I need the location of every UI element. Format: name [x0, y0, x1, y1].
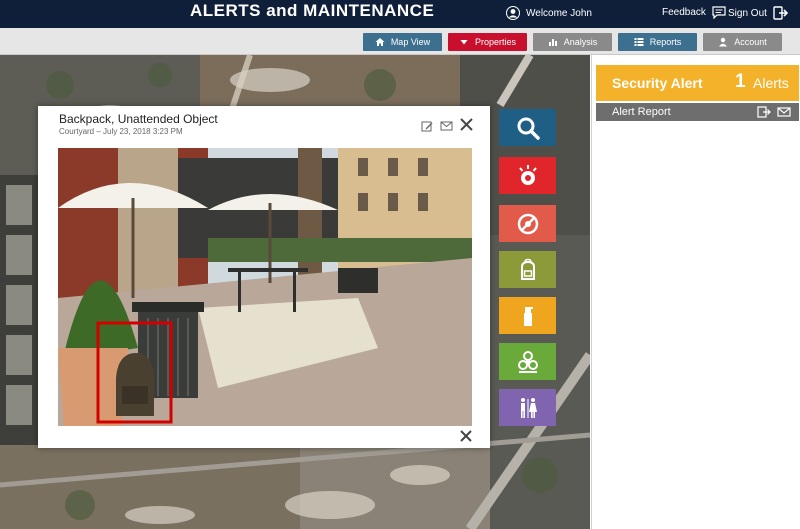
export-icon[interactable] [757, 106, 771, 118]
user-icon [719, 37, 728, 47]
category-restroom[interactable] [499, 389, 556, 426]
spray-bottle-icon [523, 306, 533, 326]
category-alarm[interactable] [499, 157, 556, 194]
alert-count: 1 [735, 71, 746, 92]
backpack-icon [520, 258, 535, 280]
signout-label: Sign Out [728, 7, 767, 19]
signout-link[interactable]: Sign Out [728, 6, 789, 20]
user-avatar-icon [506, 6, 520, 20]
nav-properties[interactable]: Properties [448, 33, 527, 51]
chat-icon [712, 6, 726, 19]
nav-label: Analysis [563, 37, 598, 47]
nav-label: Account [734, 37, 767, 47]
close-bottom-icon[interactable] [459, 429, 473, 443]
nav-account[interactable]: Account [703, 33, 782, 51]
courtyard-photo [58, 148, 472, 426]
app-title: ALERTS and MAINTENANCE [190, 1, 435, 20]
signout-icon [773, 6, 789, 20]
nav-bar: Map View Properties Analysis Reports Acc… [0, 28, 800, 55]
nav-label: Properties [474, 37, 517, 47]
popup-subtitle: Courtyard – July 23, 2018 3:23 PM [59, 127, 183, 136]
popup-title: Backpack, Unattended Object [59, 112, 218, 126]
home-icon [375, 38, 385, 46]
top-header: ALERTS and MAINTENANCE Welcome John Feed… [0, 0, 800, 28]
alert-report-label: Alert Report [612, 106, 671, 118]
alert-report-row[interactable]: Alert Report [596, 103, 799, 121]
alert-count-label: Alerts [753, 75, 789, 91]
close-icon[interactable] [459, 117, 474, 132]
nav-label: Reports [649, 37, 682, 47]
caret-down-icon [460, 40, 468, 45]
alerts-panel: Security Alert 1 Alerts Alert Report [591, 55, 800, 529]
feedback-link[interactable]: Feedback [662, 6, 726, 19]
search-icon [517, 117, 540, 140]
edit-icon[interactable] [421, 120, 433, 132]
bar-chart-icon [548, 39, 557, 46]
category-backpack[interactable] [499, 251, 556, 288]
category-spill[interactable] [499, 297, 556, 334]
nav-map-view[interactable]: Map View [363, 33, 442, 51]
alarm-light-icon [518, 164, 537, 185]
user-welcome[interactable]: Welcome John [506, 6, 592, 20]
alert-detail-popup: Backpack, Unattended Object Courtyard – … [38, 106, 490, 448]
category-biohazard[interactable] [499, 343, 556, 380]
email-icon[interactable] [777, 106, 791, 118]
restroom-icon [520, 397, 537, 418]
category-prohibited[interactable] [499, 205, 556, 242]
alert-photo [58, 148, 472, 426]
biohazard-icon [517, 350, 538, 373]
category-search[interactable] [499, 109, 556, 146]
list-icon [634, 38, 644, 46]
nav-reports[interactable]: Reports [618, 33, 697, 51]
nav-label: Map View [390, 37, 431, 47]
feedback-label: Feedback [662, 7, 706, 18]
security-alert-header[interactable]: Security Alert 1 Alerts [596, 65, 799, 101]
no-entry-icon [517, 213, 538, 234]
alert-title: Security Alert [612, 75, 703, 91]
nav-analysis[interactable]: Analysis [533, 33, 612, 51]
welcome-text: Welcome John [526, 7, 592, 19]
mail-icon[interactable] [440, 120, 453, 132]
